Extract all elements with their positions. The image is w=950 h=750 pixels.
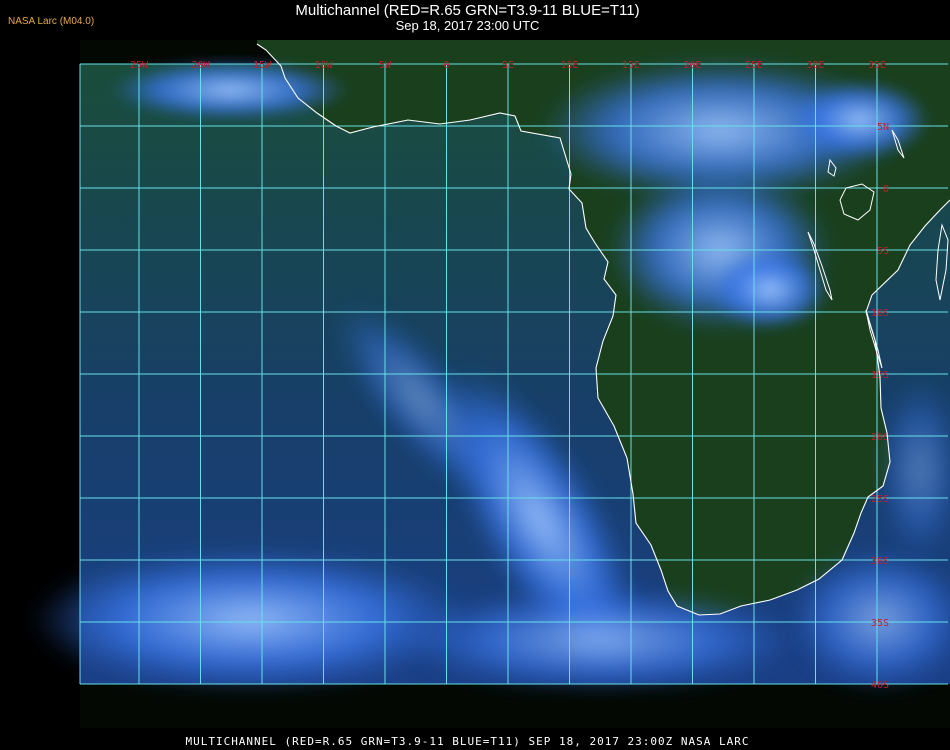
longitude-label: 25E [745, 60, 763, 71]
latitude-label: 20S [871, 432, 889, 443]
latitude-label: 0 [883, 184, 889, 195]
longitude-label: 20E [683, 60, 701, 71]
footer-caption: MULTICHANNEL (RED=R.65 GRN=T3.9-11 BLUE=… [185, 735, 750, 748]
latitude-label: 35S [871, 618, 889, 629]
longitude-label: 10E [560, 60, 578, 71]
latitude-label: 40S [871, 680, 889, 691]
longitude-label: 5W [379, 60, 392, 71]
longitude-label: 10W [314, 60, 333, 71]
satellite-view: Multichannel (RED=R.65 GRN=T3.9-11 BLUE=… [0, 0, 950, 750]
latitude-label: 10S [871, 308, 889, 319]
longitude-label: 30E [806, 60, 824, 71]
longitude-label: 20W [191, 60, 210, 71]
longitude-label: 35E [868, 60, 886, 71]
longitude-label: 0 [443, 60, 449, 71]
longitude-label: 5E [502, 60, 514, 71]
latitude-label: 5S [877, 246, 889, 257]
longitude-label: 15W [253, 60, 272, 71]
latitude-label: 5N [877, 122, 889, 133]
longitude-label: 25W [130, 60, 149, 71]
satellite-map: 25W 20W 15W 10W 5W 0 5E 10E 15E 20E 25E 30E 35E 5N 0 5S… [30, 40, 950, 728]
latitude-label: 25S [871, 494, 889, 505]
longitude-label: 15E [622, 60, 640, 71]
latitude-label: 30S [871, 556, 889, 567]
